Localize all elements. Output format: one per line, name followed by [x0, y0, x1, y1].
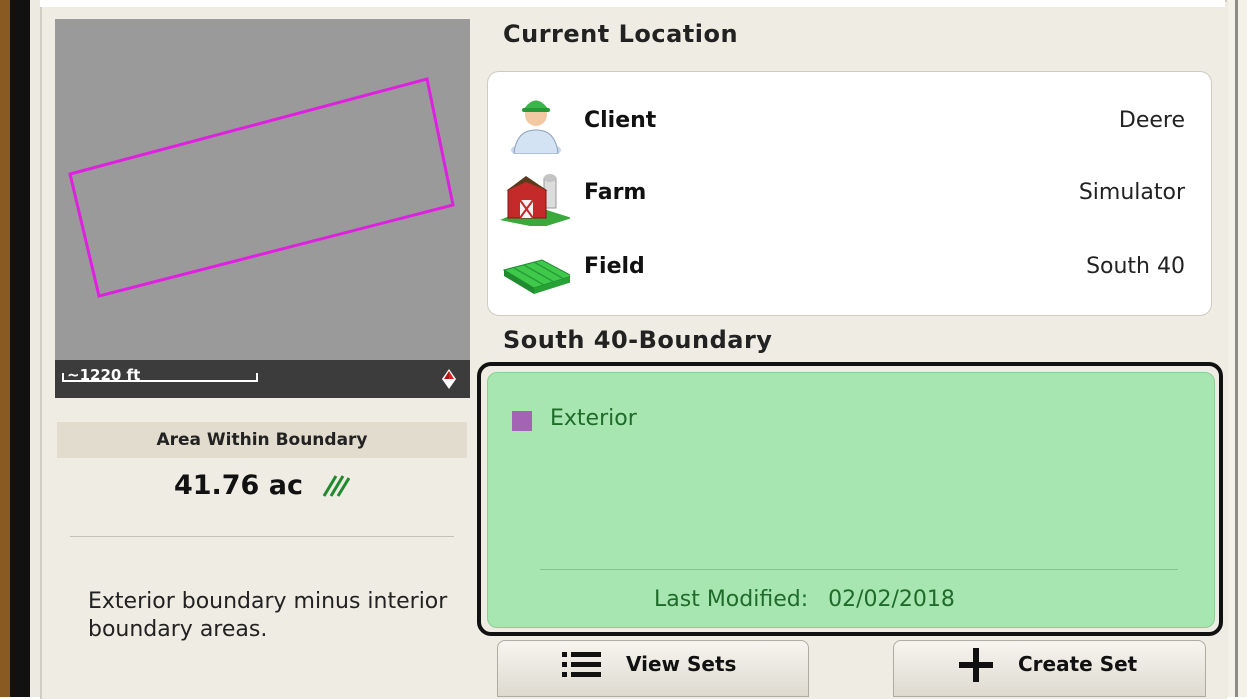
boundary-divider	[540, 569, 1178, 570]
boundary-outline	[68, 77, 455, 298]
area-header: Area Within Boundary	[57, 422, 467, 458]
panel-top-edge	[40, 0, 1225, 7]
frame-left-strip	[0, 0, 10, 697]
scale-tick-right	[256, 373, 258, 382]
client-value: Deere	[1118, 108, 1185, 133]
view-sets-button[interactable]: View Sets	[497, 640, 809, 697]
boundary-map[interactable]	[55, 19, 470, 360]
last-modified: Last Modified: 02/02/2018	[654, 587, 955, 612]
client-person-icon	[511, 100, 561, 154]
farm-barn-icon	[500, 174, 570, 226]
farm-label: Farm	[584, 180, 647, 205]
last-modified-label: Last Modified:	[654, 587, 809, 612]
map-scale-bar: ~1220 ft	[55, 360, 470, 398]
view-sets-label: View Sets	[626, 652, 737, 676]
boundary-item-exterior: Exterior	[550, 406, 637, 431]
last-modified-date: 02/02/2018	[828, 587, 955, 612]
boundary-list-selected[interactable]: Exterior Last Modified: 02/02/2018	[477, 362, 1223, 636]
area-description: Exterior boundary minus interior boundar…	[88, 589, 448, 642]
compass-north-icon	[442, 369, 456, 389]
boundary-title: South 40-Boundary	[503, 326, 773, 354]
field-icon	[502, 259, 570, 294]
frame-right-edge	[1235, 0, 1238, 697]
farm-value: Simulator	[1078, 180, 1185, 205]
location-row-farm[interactable]: Farm Simulator	[488, 166, 1211, 226]
current-location-card: Client Deere Farm Simulator Field South …	[487, 71, 1212, 316]
field-value: South 40	[1086, 254, 1185, 279]
exterior-color-swatch	[512, 411, 532, 431]
location-row-client[interactable]: Client Deere	[488, 94, 1211, 154]
location-row-field[interactable]: Field South 40	[488, 240, 1211, 300]
frame-left-bezel	[10, 0, 30, 697]
area-value-row: 41.76 ac	[57, 470, 467, 501]
area-value: 41.76 ac	[173, 470, 303, 501]
plus-icon	[959, 648, 993, 682]
client-label: Client	[584, 108, 657, 133]
create-set-label: Create Set	[1018, 652, 1138, 676]
field-label: Field	[584, 254, 645, 279]
area-divider	[70, 536, 454, 537]
scale-label: ~1220 ft	[67, 366, 141, 384]
hatch-area-icon	[322, 474, 351, 497]
boundary-set-item[interactable]: Exterior Last Modified: 02/02/2018	[487, 372, 1215, 628]
create-set-button[interactable]: Create Set	[893, 640, 1206, 697]
list-icon	[562, 652, 601, 677]
current-location-title: Current Location	[503, 20, 739, 48]
